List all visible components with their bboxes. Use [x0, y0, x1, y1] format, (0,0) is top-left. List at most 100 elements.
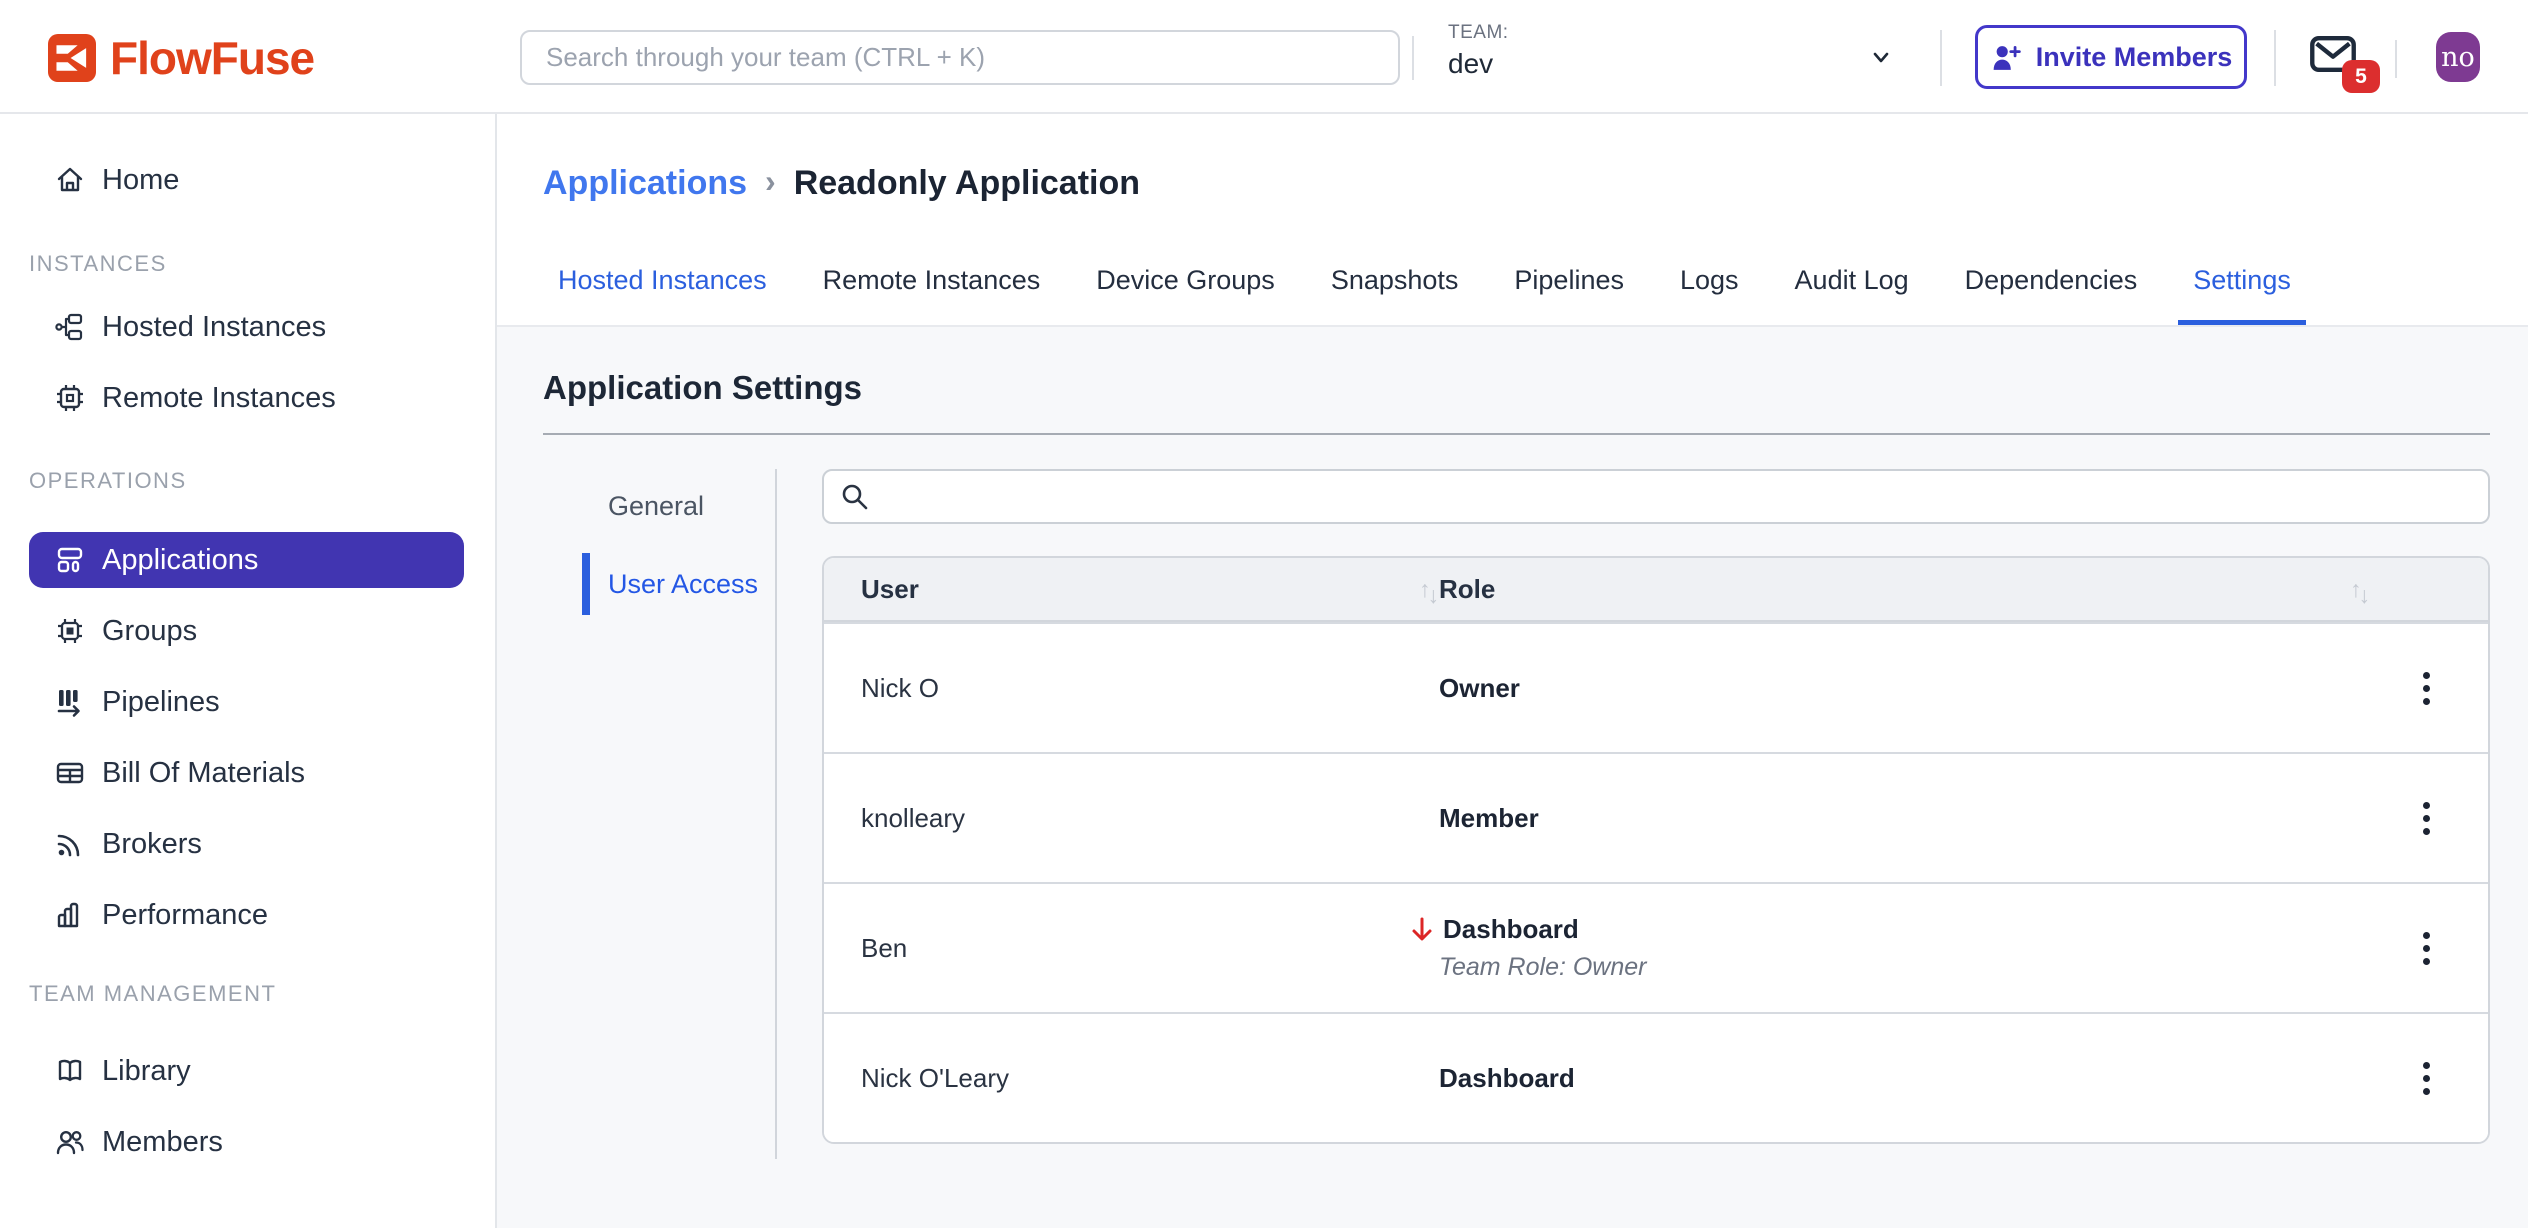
page-title: Application Settings — [543, 369, 2490, 407]
tab-pipelines[interactable]: Pipelines — [1499, 265, 1639, 325]
title-divider — [543, 433, 2490, 435]
sidebar-item-applications[interactable]: Applications — [29, 532, 464, 588]
sidebar-item-members[interactable]: Members — [29, 1114, 464, 1170]
sidebar-item-label: Members — [102, 1126, 223, 1159]
column-header-user: User — [861, 574, 919, 605]
library-icon — [53, 1054, 87, 1088]
row-actions-kebab-icon[interactable] — [2415, 794, 2438, 843]
settings-tab-general[interactable]: General — [543, 475, 775, 537]
sidebar-item-label: Groups — [102, 615, 197, 648]
members-icon — [53, 1125, 87, 1159]
sidebar-section-operations: OPERATIONS — [29, 468, 495, 494]
header-divider — [2395, 40, 2397, 78]
sidebar-item-brokers[interactable]: Brokers — [29, 816, 464, 872]
table-row: Nick O'Leary Dashboard — [824, 1012, 2488, 1142]
hosted-instances-icon — [53, 310, 87, 344]
user-name: Nick O'Leary — [824, 1063, 1439, 1094]
notifications-button[interactable]: 5 — [2310, 36, 2380, 98]
user-name: knolleary — [824, 803, 1439, 834]
tab-dependencies[interactable]: Dependencies — [1950, 265, 2153, 325]
chevron-down-icon[interactable] — [1868, 44, 1894, 70]
user-avatar[interactable]: no — [2436, 32, 2480, 82]
sidebar-item-home[interactable]: Home — [29, 152, 464, 208]
user-role: Owner — [1439, 673, 2415, 704]
sidebar-section-team-management: TEAM MANAGEMENT — [29, 981, 495, 1007]
notification-count-badge: 5 — [2342, 60, 2380, 93]
global-search-input[interactable] — [520, 30, 1400, 85]
application-tabs: Hosted Instances Remote Instances Device… — [543, 265, 2490, 325]
sidebar-item-label: Pipelines — [102, 686, 220, 719]
home-icon — [53, 163, 87, 197]
invite-members-button[interactable]: Invite Members — [1975, 25, 2247, 89]
sidebar-item-label: Remote Instances — [102, 382, 336, 415]
flowfuse-logo-icon — [48, 34, 96, 82]
user-search-input[interactable] — [822, 469, 2490, 524]
sidebar-item-label: Brokers — [102, 828, 202, 861]
sort-role-icon[interactable]: ↑↓ — [2350, 578, 2370, 601]
team-role-note: Team Role: Owner — [1439, 953, 2415, 982]
team-label: TEAM: — [1448, 22, 1918, 44]
user-plus-icon — [1990, 42, 2023, 72]
team-name: dev — [1448, 48, 1918, 80]
role-lowered-arrow-down-icon — [1409, 916, 1435, 944]
tab-snapshots[interactable]: Snapshots — [1316, 265, 1474, 325]
main-content: Applications › Readonly Application Host… — [497, 114, 2528, 1228]
header-divider — [2274, 30, 2276, 86]
user-access-table: User ↑↓ Role ↑↓ Nick O Owner — [822, 556, 2490, 1144]
tab-device-groups[interactable]: Device Groups — [1081, 265, 1290, 325]
settings-content: Application Settings General User Access — [497, 327, 2528, 1159]
user-role: Dashboard — [1439, 1063, 2415, 1094]
tab-audit-log[interactable]: Audit Log — [1780, 265, 1924, 325]
remote-instances-icon — [53, 381, 87, 415]
sidebar-item-performance[interactable]: Performance — [29, 887, 464, 943]
user-role: Member — [1439, 803, 2415, 834]
breadcrumb-separator: › — [765, 163, 776, 200]
row-actions-kebab-icon[interactable] — [2415, 1054, 2438, 1103]
header-divider — [1940, 30, 1942, 86]
page-header: Applications › Readonly Application Host… — [497, 114, 2528, 327]
sidebar-item-bill-of-materials[interactable]: Bill Of Materials — [29, 745, 464, 801]
column-header-role: Role — [1439, 574, 1495, 605]
sidebar-item-hosted-instances[interactable]: Hosted Instances — [29, 299, 464, 355]
sidebar-section-instances: INSTANCES — [29, 251, 495, 277]
sidebar-item-library[interactable]: Library — [29, 1043, 464, 1099]
row-actions-kebab-icon[interactable] — [2415, 924, 2438, 973]
sidebar-item-remote-instances[interactable]: Remote Instances — [29, 370, 464, 426]
sidebar-item-label: Hosted Instances — [102, 311, 326, 344]
performance-icon — [53, 898, 87, 932]
sidebar-item-label: Home — [102, 164, 179, 197]
settings-side-nav: General User Access — [543, 469, 775, 1159]
settings-tab-user-access[interactable]: User Access — [543, 553, 775, 615]
applications-icon — [53, 543, 87, 577]
brokers-icon — [53, 827, 87, 861]
sort-user-icon[interactable]: ↑↓ — [1419, 578, 1439, 601]
user-access-panel: User ↑↓ Role ↑↓ Nick O Owner — [822, 469, 2490, 1159]
sidebar: Home INSTANCES Hosted Instances Remote I… — [0, 114, 497, 1228]
table-row: Nick O Owner — [824, 622, 2488, 752]
table-row: knolleary Member — [824, 752, 2488, 882]
settings-nav-divider — [775, 469, 777, 1159]
breadcrumb-current: Readonly Application — [794, 164, 1140, 203]
team-selector[interactable]: TEAM: dev — [1448, 22, 1918, 94]
pipelines-icon — [53, 685, 87, 719]
sidebar-item-label: Bill Of Materials — [102, 757, 305, 790]
groups-icon — [53, 614, 87, 648]
tab-settings[interactable]: Settings — [2178, 265, 2306, 325]
user-name: Ben — [824, 933, 1439, 964]
tab-remote-instances[interactable]: Remote Instances — [808, 265, 1056, 325]
table-header-row: User ↑↓ Role ↑↓ — [824, 558, 2488, 622]
user-name: Nick O — [824, 673, 1439, 704]
sidebar-item-label: Performance — [102, 899, 268, 932]
invite-members-label: Invite Members — [2036, 42, 2233, 73]
sidebar-item-pipelines[interactable]: Pipelines — [29, 674, 464, 730]
breadcrumb: Applications › Readonly Application — [543, 164, 2490, 203]
breadcrumb-applications-link[interactable]: Applications — [543, 164, 747, 203]
tab-hosted-instances[interactable]: Hosted Instances — [543, 265, 782, 325]
brand-name: FlowFuse — [110, 31, 314, 85]
sidebar-item-groups[interactable]: Groups — [29, 603, 464, 659]
row-actions-kebab-icon[interactable] — [2415, 664, 2438, 713]
header-divider — [1412, 36, 1414, 80]
flowfuse-logo[interactable]: FlowFuse — [48, 31, 314, 85]
tab-logs[interactable]: Logs — [1665, 265, 1754, 325]
sidebar-item-label: Library — [102, 1055, 191, 1088]
